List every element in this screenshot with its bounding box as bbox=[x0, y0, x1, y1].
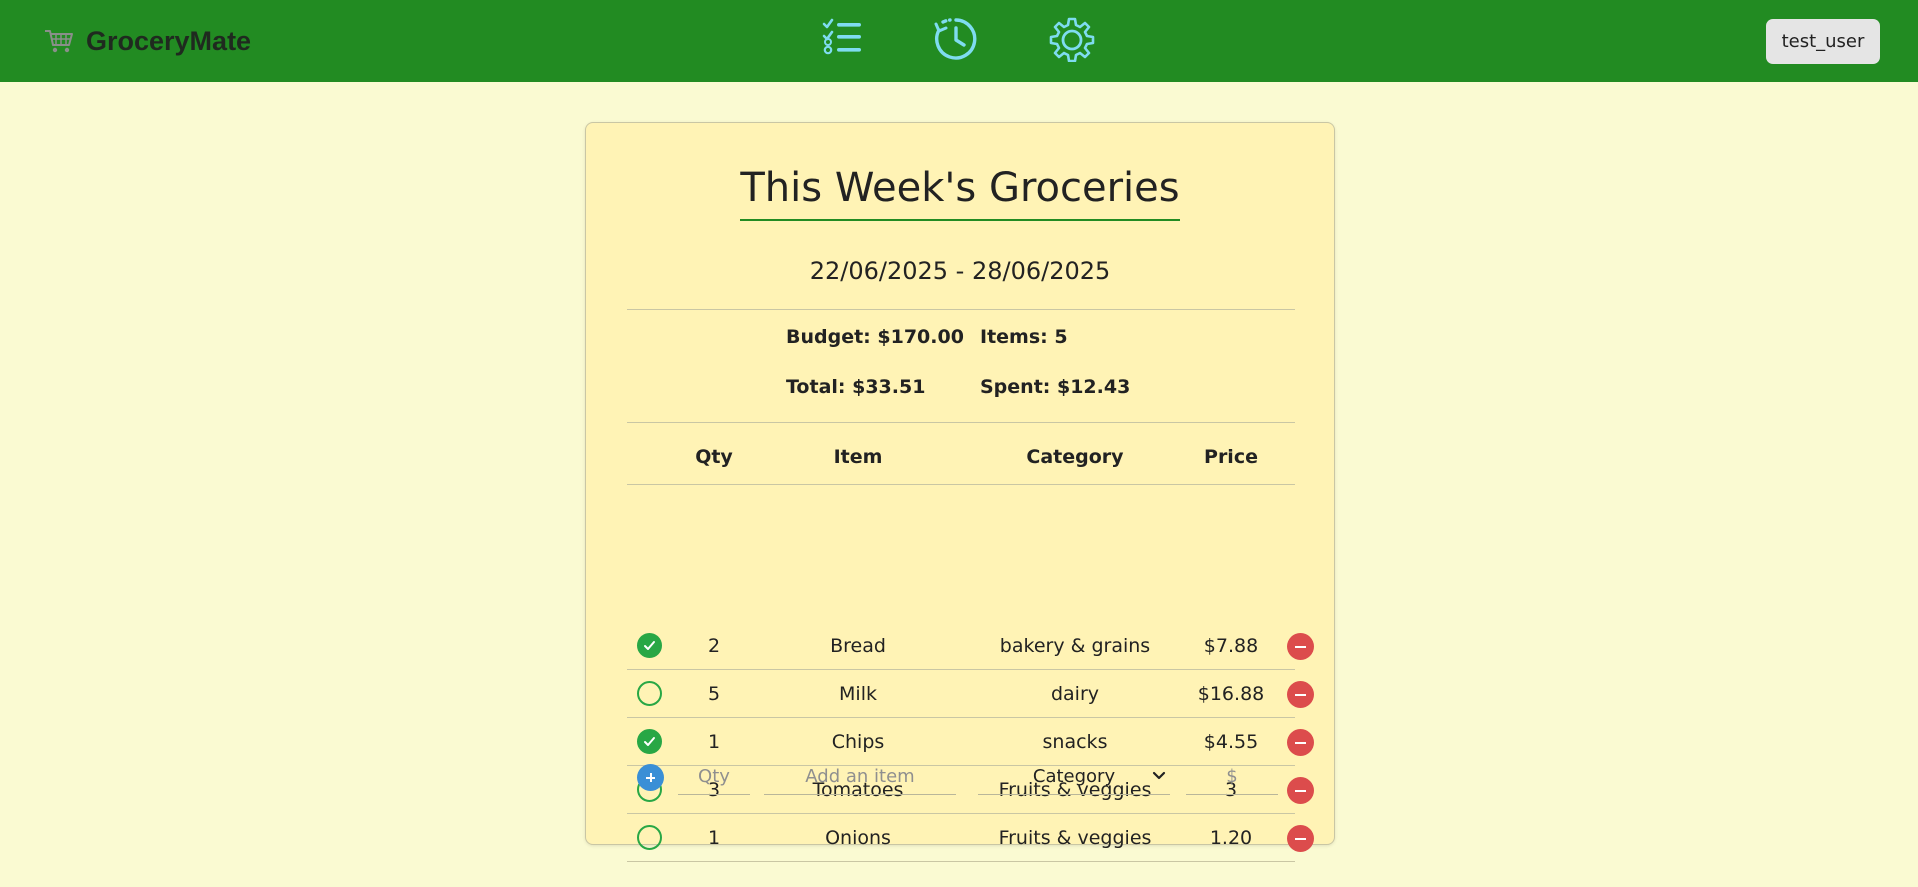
delete-item-button[interactable] bbox=[1287, 729, 1314, 756]
row-price: $7.88 bbox=[1203, 635, 1259, 657]
column-header-qty: Qty bbox=[695, 446, 733, 468]
row-qty: 1 bbox=[707, 827, 721, 849]
table-row: 5 Milk dairy $16.88 bbox=[627, 670, 1314, 718]
divider bbox=[627, 484, 1295, 485]
checkmark-icon bbox=[644, 641, 655, 650]
weekly-list-card: This Week's Groceries 22/06/2025 - 28/06… bbox=[585, 122, 1335, 862]
history-icon[interactable] bbox=[933, 16, 979, 62]
add-item-button[interactable] bbox=[637, 764, 664, 791]
price-input[interactable] bbox=[1186, 759, 1278, 795]
column-header-item: Item bbox=[833, 446, 883, 468]
row-price: $16.88 bbox=[1197, 683, 1265, 705]
page-title: This Week's Groceries bbox=[740, 165, 1180, 221]
item-done-toggle[interactable] bbox=[637, 633, 662, 658]
delete-item-button[interactable] bbox=[1287, 825, 1314, 852]
divider bbox=[627, 309, 1295, 310]
brand[interactable]: GroceryMate bbox=[44, 22, 251, 60]
item-done-toggle[interactable] bbox=[637, 729, 662, 754]
brand-name: GroceryMate bbox=[86, 25, 252, 56]
row-item: Milk bbox=[839, 683, 877, 705]
table-row: 1 Onions Fruits & veggies 1.20 bbox=[627, 814, 1314, 862]
date-range: 22/06/2025 - 28/06/2025 bbox=[809, 257, 1111, 285]
row-qty: 5 bbox=[707, 683, 721, 705]
chevron-down-icon bbox=[1152, 771, 1166, 780]
row-item: Bread bbox=[830, 635, 886, 657]
user-menu-button[interactable]: test_user bbox=[1766, 19, 1880, 64]
qty-input[interactable] bbox=[678, 759, 750, 795]
column-header-category: Category bbox=[1026, 446, 1124, 468]
spent-stat: Spent: $12.43 bbox=[980, 376, 1131, 398]
row-category: dairy bbox=[1050, 683, 1100, 705]
row-category: Fruits & veggies bbox=[998, 827, 1152, 849]
delete-item-button[interactable] bbox=[1287, 777, 1314, 804]
row-qty: 2 bbox=[707, 635, 721, 657]
list-icon[interactable] bbox=[820, 16, 866, 62]
row-item: Onions bbox=[825, 827, 891, 849]
row-price: 1.20 bbox=[1209, 827, 1253, 849]
total-stat: Total: $33.51 bbox=[786, 376, 926, 398]
table-row: 2 Bread bakery & grains $7.88 bbox=[627, 622, 1314, 670]
budget-stat: Budget: $170.00 bbox=[786, 326, 964, 348]
item-name-input[interactable] bbox=[764, 759, 956, 795]
column-header-price: Price bbox=[1204, 446, 1258, 468]
item-done-toggle[interactable] bbox=[637, 681, 662, 706]
category-select-value: Category bbox=[1032, 766, 1116, 787]
category-select[interactable]: Category bbox=[978, 759, 1170, 795]
item-done-toggle[interactable] bbox=[637, 825, 662, 850]
delete-item-button[interactable] bbox=[1287, 681, 1314, 708]
divider bbox=[627, 422, 1295, 423]
delete-item-button[interactable] bbox=[1287, 633, 1314, 660]
row-category: bakery & grains bbox=[999, 635, 1151, 657]
items-count-stat: Items: 5 bbox=[980, 326, 1068, 348]
checkmark-icon bbox=[644, 737, 655, 746]
top-bar: GroceryMate test_user bbox=[0, 0, 1918, 82]
settings-gear-icon[interactable] bbox=[1049, 16, 1095, 62]
shopping-cart-icon bbox=[45, 30, 73, 53]
